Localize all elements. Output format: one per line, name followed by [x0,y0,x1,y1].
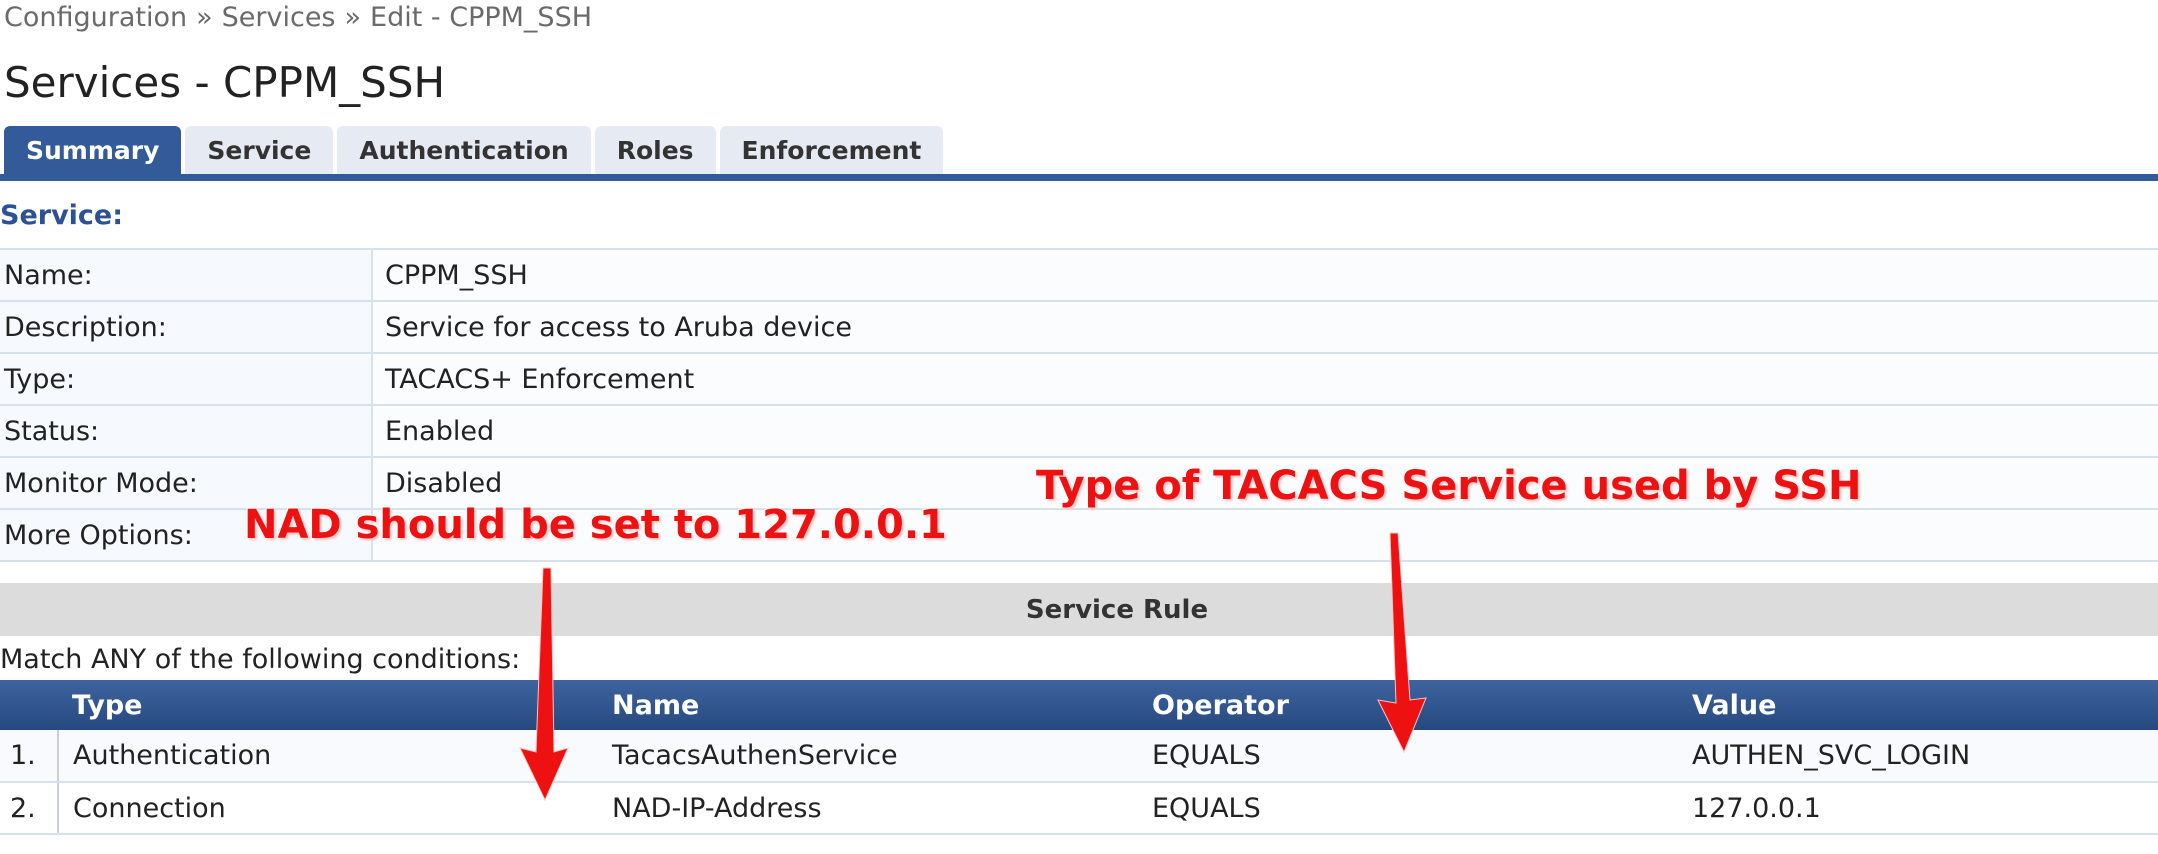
property-row: Name: CPPM_SSH [0,248,2158,302]
table-row: 2. Connection NAD-IP-Address EQUALS 127.… [0,782,2158,835]
property-key: Name: [0,248,373,302]
tab-bar-underline [0,174,2158,181]
page-title: Services - CPPM_SSH [4,58,446,107]
row-number: 2. [0,782,59,835]
cell-value: 127.0.0.1 [1678,782,2158,835]
column-header-value: Value [1678,680,2158,730]
property-value: CPPM_SSH [372,248,2158,302]
table-header-row: Type Name Operator Value [0,680,2158,730]
tab-enforcement[interactable]: Enforcement [719,126,944,174]
service-rule-table: Type Name Operator Value 1. Authenticati… [0,680,2158,835]
service-rule-heading: Service Rule [0,583,2158,636]
cell-operator: EQUALS [1138,782,1678,835]
column-header-name: Name [598,680,1138,730]
breadcrumb-separator: » [196,2,213,33]
tab-authentication[interactable]: Authentication [337,126,591,174]
property-row: Description: Service for access to Aruba… [0,300,2158,354]
property-key: Description: [0,300,373,354]
cell-type: Connection [58,782,598,835]
property-value: Service for access to Aruba device [372,300,2158,354]
column-header-number [0,680,58,730]
property-key: Status: [0,404,373,458]
breadcrumb: Configuration » Services » Edit - CPPM_SSH [4,2,592,33]
tab-roles[interactable]: Roles [594,126,716,174]
tab-summary[interactable]: Summary [4,126,182,174]
property-row: Status: Enabled [0,404,2158,458]
tab-service[interactable]: Service [185,126,334,174]
column-header-operator: Operator [1138,680,1678,730]
cell-name: NAD-IP-Address [598,782,1138,835]
column-header-type: Type [58,680,598,730]
annotation-tacacs-note: Type of TACACS Service used by SSH [1036,463,1862,509]
cell-operator: EQUALS [1138,730,1678,783]
table-row: 1. Authentication TacacsAuthenService EQ… [0,730,2158,783]
cell-type: Authentication [58,730,598,783]
property-row: Type: TACACS+ Enforcement [0,352,2158,406]
row-number: 1. [0,730,59,783]
tab-bar: Summary Service Authentication Roles Enf… [4,126,944,174]
breadcrumb-services[interactable]: Services [222,2,336,33]
breadcrumb-configuration[interactable]: Configuration [4,2,187,33]
cell-value: AUTHEN_SVC_LOGIN [1678,730,2158,783]
service-section-heading: Service: [0,200,124,231]
annotation-nad-note: NAD should be set to 127.0.0.1 [244,502,947,548]
property-value: TACACS+ Enforcement [372,352,2158,406]
match-conditions-text: Match ANY of the following conditions: [0,644,521,675]
breadcrumb-separator: » [344,2,362,33]
property-value: Enabled [372,404,2158,458]
property-key: Type: [0,352,373,406]
breadcrumb-current: Edit - CPPM_SSH [370,2,593,33]
cell-name: TacacsAuthenService [598,730,1138,783]
